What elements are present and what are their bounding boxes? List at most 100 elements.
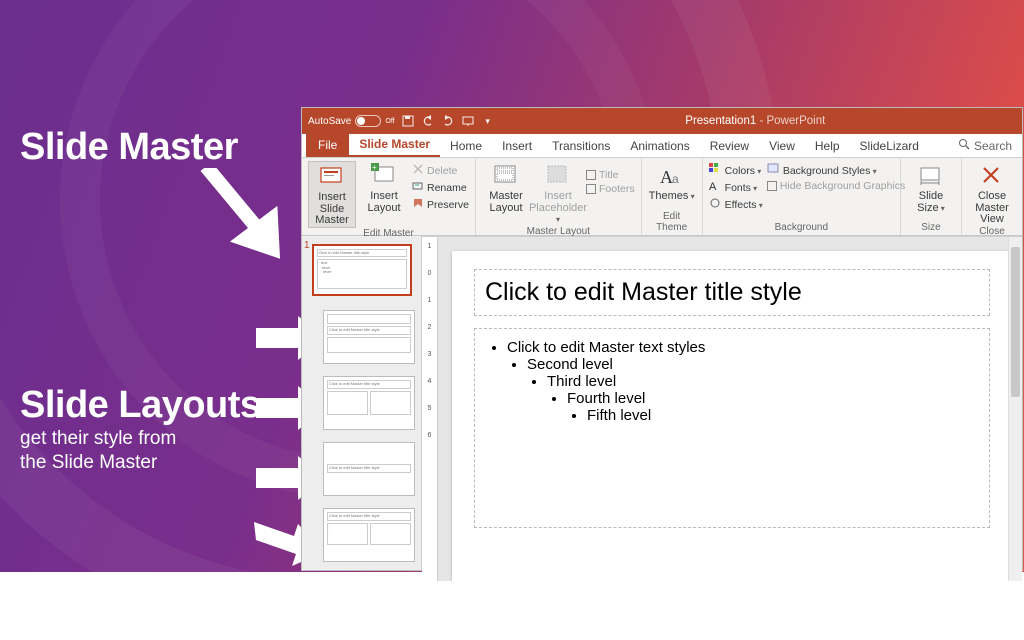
quick-access-toolbar: AutoSave Off ▾ — [308, 114, 495, 128]
button-label: Fonts — [725, 182, 758, 194]
group-label: Edit Theme — [648, 211, 696, 235]
group-label: Size — [907, 222, 955, 235]
slide-stage[interactable]: Click to edit Master title style Click t… — [438, 237, 1022, 581]
group-label: Background — [709, 222, 894, 235]
insert-layout-button[interactable]: + Insert Layout — [360, 161, 408, 214]
ruler-tick: 6 — [428, 432, 432, 439]
button-label: Insert Slide Master — [309, 192, 355, 227]
tab-home[interactable]: Home — [440, 135, 492, 157]
checkbox-label: Title — [599, 169, 618, 181]
close-master-view-button[interactable]: Close Master View — [968, 161, 1016, 226]
thumb-title: Click to edit Master title style — [317, 249, 407, 257]
tab-transitions[interactable]: Transitions — [542, 135, 620, 157]
autosave-state: Off — [385, 118, 394, 125]
annotation-subtext: get their style from — [20, 427, 261, 451]
search-label: Search — [974, 139, 1012, 153]
title-separator: - — [756, 115, 766, 127]
layout-thumbnail[interactable]: Click to edit Master title style — [323, 310, 415, 364]
svg-text:a: a — [672, 172, 679, 186]
layout-thumbnail[interactable]: Click to edit Master title style ···· — [323, 508, 415, 562]
insert-slide-master-button[interactable]: Insert Slide Master — [308, 161, 356, 228]
slide-size-button[interactable]: Slide Size — [907, 161, 955, 214]
group-background: Colors A Fonts Effects Background Styles — [703, 158, 901, 235]
preserve-button[interactable]: Preserve — [412, 197, 469, 212]
placeholder-icon — [544, 163, 572, 189]
thumb-col: ·· — [327, 523, 368, 545]
app-name: PowerPoint — [766, 115, 825, 127]
vertical-ruler[interactable]: 1 0 1 2 3 4 5 6 — [422, 237, 438, 581]
master-number: 1 — [304, 240, 310, 251]
thumb-col — [327, 391, 368, 415]
annotation-subtext: the Slide Master — [20, 451, 261, 475]
tab-slidelizard[interactable]: SlideLizard — [850, 135, 929, 157]
autosave-toggle[interactable]: AutoSave Off — [308, 115, 395, 127]
hide-bg-checkbox: Hide Background Graphics — [767, 180, 905, 192]
arrow-icon — [188, 168, 318, 288]
slide-master-canvas[interactable]: Click to edit Master title style Click t… — [452, 251, 1012, 581]
tab-insert[interactable]: Insert — [492, 135, 542, 157]
vertical-scrollbar[interactable] — [1008, 237, 1022, 581]
slideshow-icon[interactable] — [461, 114, 475, 128]
rename-icon — [412, 180, 424, 195]
layout-thumbnail[interactable]: Click to edit Master title style — [323, 376, 415, 430]
fonts-icon: A — [709, 180, 722, 195]
tab-review[interactable]: Review — [700, 135, 759, 157]
tab-slide-master[interactable]: Slide Master — [349, 133, 440, 157]
themes-icon: Aa — [658, 163, 686, 189]
checkbox-label: Hide Background Graphics — [780, 180, 905, 192]
save-icon[interactable] — [401, 114, 415, 128]
group-close: Close Master View Close — [962, 158, 1022, 235]
redo-icon[interactable] — [441, 114, 455, 128]
search-box[interactable]: Search — [948, 134, 1022, 157]
body-placeholder[interactable]: Click to edit Master text styles Second … — [474, 328, 990, 528]
tab-file[interactable]: File — [306, 133, 349, 157]
background-styles-button[interactable]: Background Styles — [767, 163, 905, 178]
text-level-3: Third level — [547, 373, 977, 390]
close-icon — [978, 163, 1006, 189]
toggle-icon — [355, 115, 381, 127]
layout-thumbnail[interactable]: Click to edit Master title style — [323, 442, 415, 496]
more-icon[interactable]: ▾ — [481, 114, 495, 128]
thumb-title: Click to edit Master title style — [327, 380, 411, 388]
layout-icon — [492, 163, 520, 189]
group-edit-master: Insert Slide Master + Insert Layout Dele… — [302, 158, 476, 235]
thumb-title: Click to edit Master title style — [327, 512, 411, 520]
slide-master-thumbnail[interactable]: Click to edit Master title style · text … — [312, 244, 412, 296]
themes-button[interactable]: Aa Themes — [648, 161, 696, 203]
button-label: Rename — [427, 182, 467, 194]
annotation-slide-layouts: Slide Layouts get their style from the S… — [20, 384, 261, 475]
checkbox-icon — [767, 181, 777, 191]
undo-icon[interactable] — [421, 114, 435, 128]
text-level-5: Fifth level — [587, 407, 977, 424]
tab-help[interactable]: Help — [805, 135, 850, 157]
footers-checkbox: Footers — [586, 183, 635, 195]
slide-canvas-area: 16 · · 15 · · 14 · · 13 · · 12 · · 11 · … — [422, 236, 1022, 570]
colors-button[interactable]: Colors — [709, 163, 763, 178]
thumb-line — [327, 337, 411, 353]
scrollbar-handle[interactable] — [1011, 247, 1020, 397]
effects-button[interactable]: Effects — [709, 197, 763, 212]
ruler-tick: 2 — [428, 324, 432, 331]
tab-view[interactable]: View — [759, 135, 805, 157]
button-label: Insert Layout — [367, 191, 400, 214]
workspace: 1 Click to edit Master title style · tex… — [302, 236, 1022, 570]
tab-animations[interactable]: Animations — [620, 135, 699, 157]
title-placeholder[interactable]: Click to edit Master title style — [474, 269, 990, 316]
master-layout-button[interactable]: Master Layout — [482, 161, 530, 214]
powerpoint-window: AutoSave Off ▾ Presentation1 - PowerPoin… — [302, 108, 1022, 570]
search-icon — [958, 138, 970, 153]
ruler-tick: 1 — [428, 297, 432, 304]
rename-button[interactable]: Rename — [412, 180, 469, 195]
text-level-2: Second level — [527, 356, 977, 373]
group-size: Slide Size Size — [901, 158, 962, 235]
layout-icon: + — [370, 163, 398, 189]
ruler-tick: 4 — [428, 378, 432, 385]
thumbnail-pane[interactable]: 1 Click to edit Master title style · tex… — [302, 236, 422, 570]
fonts-button[interactable]: A Fonts — [709, 180, 763, 195]
svg-text:A: A — [709, 181, 717, 192]
colors-icon — [709, 163, 722, 178]
button-label: Insert Placeholder — [529, 191, 587, 226]
preserve-icon — [412, 197, 424, 212]
title-bar: AutoSave Off ▾ Presentation1 - PowerPoin… — [302, 108, 1022, 134]
text-level-4: Fourth level — [567, 390, 977, 407]
